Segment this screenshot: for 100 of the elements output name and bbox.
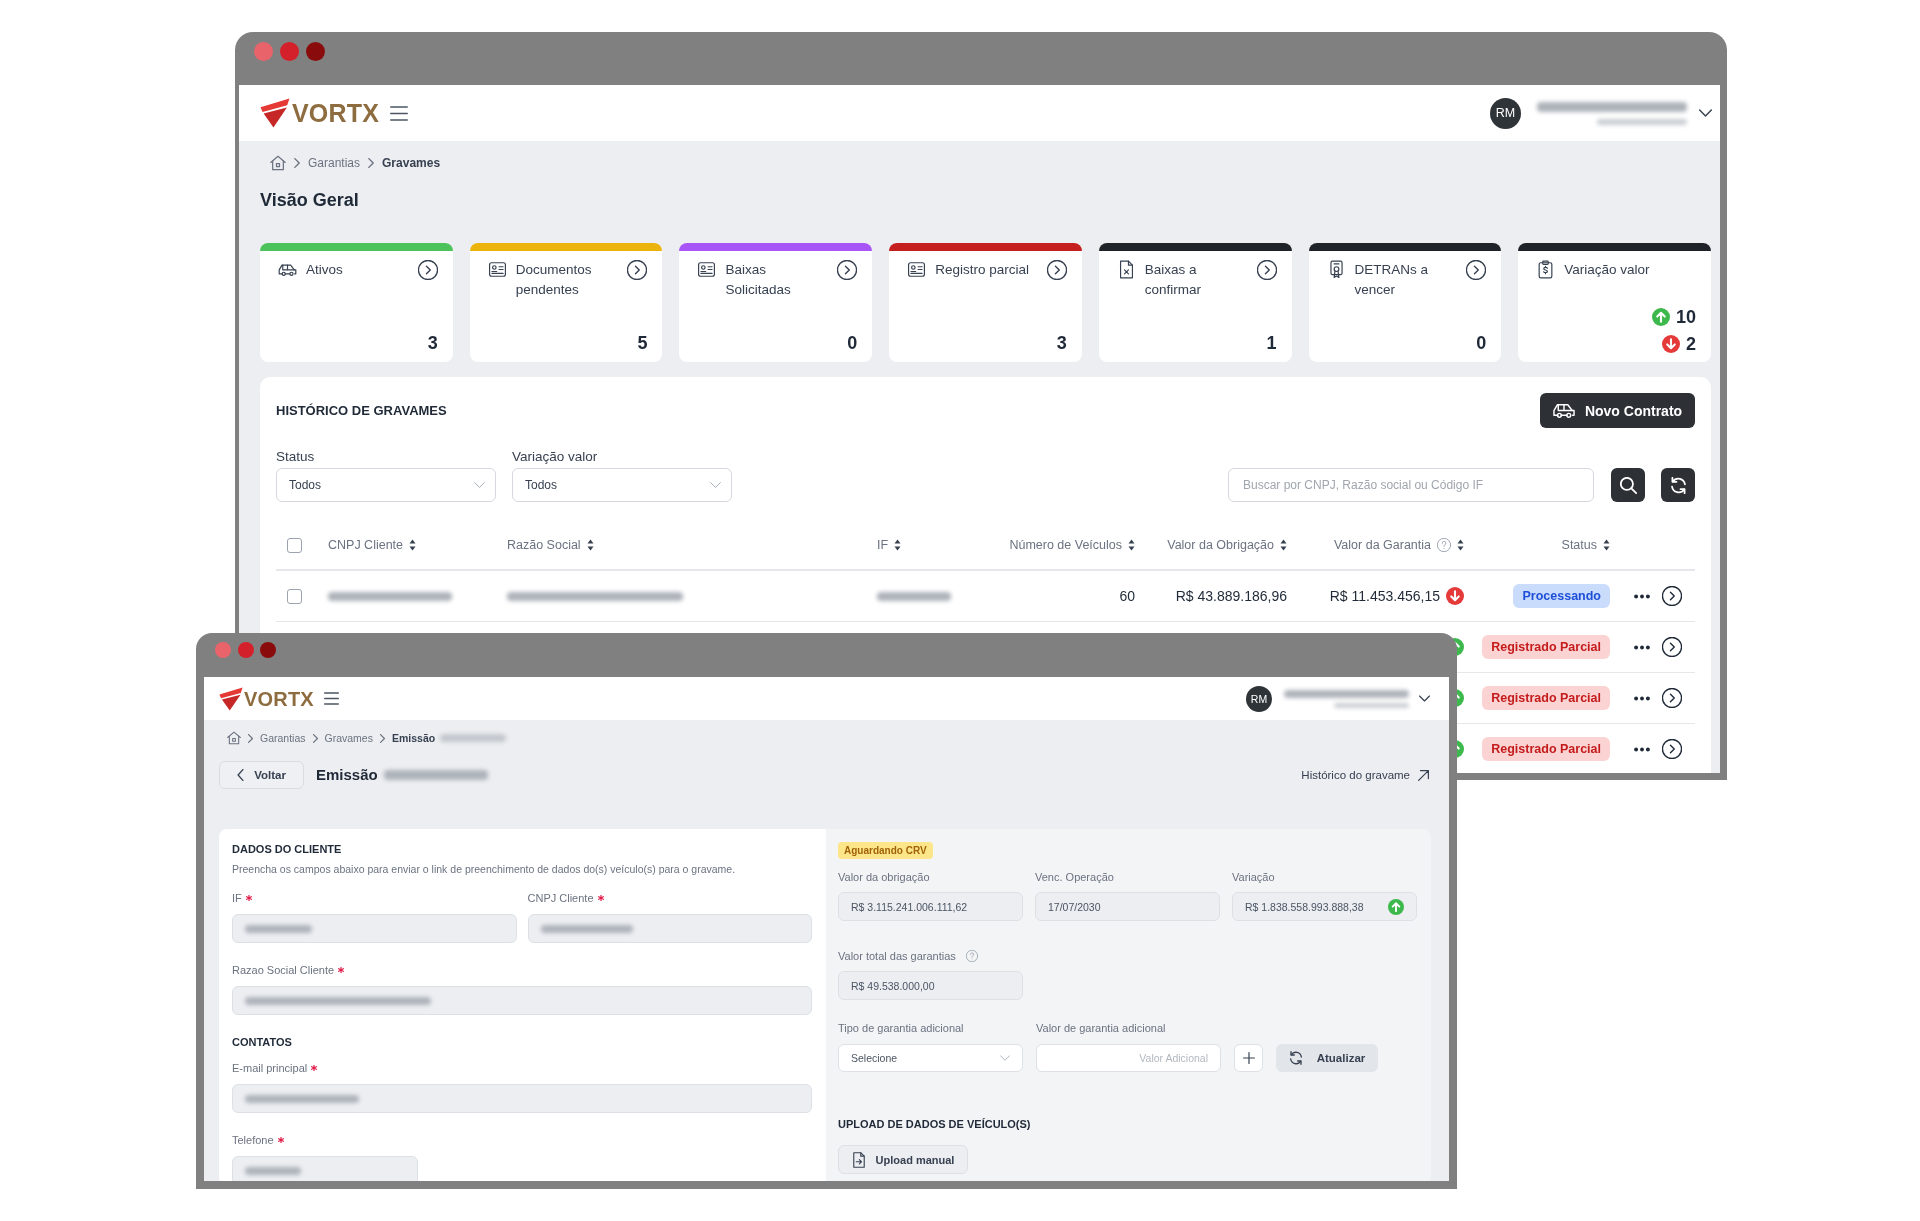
sort-icon[interactable] bbox=[409, 539, 417, 551]
status-badge: Registrado Parcial bbox=[1482, 686, 1610, 710]
filter-dropdown[interactable]: Todos bbox=[512, 468, 732, 502]
new-contract-button[interactable]: Novo Contrato bbox=[1540, 393, 1695, 428]
more-icon[interactable] bbox=[1634, 695, 1650, 701]
column-header[interactable]: CNPJ Cliente bbox=[328, 538, 404, 552]
logo-mark-icon bbox=[219, 686, 243, 711]
plus-icon bbox=[1242, 1052, 1255, 1064]
section-title: CONTATOS bbox=[232, 1035, 292, 1049]
field-label: Razao Social Cliente bbox=[232, 963, 335, 977]
filter-dropdown[interactable]: Todos bbox=[276, 468, 496, 502]
sort-icon[interactable] bbox=[1603, 539, 1610, 551]
card-count: 0 bbox=[847, 332, 858, 354]
window-dot-icon bbox=[215, 642, 231, 658]
chevron-down-icon[interactable] bbox=[1419, 695, 1430, 702]
column-header[interactable]: Valor da Garantia bbox=[1333, 538, 1431, 552]
logo-mark-icon bbox=[260, 98, 290, 128]
window-dot-icon bbox=[237, 642, 254, 658]
menu-icon[interactable] bbox=[323, 692, 339, 705]
breadcrumb-link[interactable]: Emissão bbox=[391, 732, 436, 744]
input-field[interactable] bbox=[232, 1084, 812, 1113]
input-field[interactable]: 17/07/2030 bbox=[1035, 892, 1220, 921]
more-icon[interactable] bbox=[1634, 644, 1650, 650]
checkbox[interactable] bbox=[287, 537, 302, 553]
status-badge: Registrado Parcial bbox=[1482, 737, 1610, 761]
field-label: IF bbox=[232, 891, 242, 905]
table-cell: 60 bbox=[1119, 588, 1135, 604]
user-avatar[interactable]: RM bbox=[1246, 685, 1272, 712]
chevron-right-icon bbox=[368, 158, 375, 168]
table-cell: R$ 11.453.456,15 bbox=[1329, 588, 1440, 604]
add-button[interactable] bbox=[1234, 1044, 1263, 1072]
input-field[interactable]: Valor Adicional bbox=[1036, 1044, 1221, 1072]
column-header[interactable]: Valor da Obrigação bbox=[1167, 538, 1274, 552]
search-field[interactable]: Buscar por CNPJ, Razão social ou Código IF bbox=[1228, 468, 1594, 502]
guarantee-type-dropdown[interactable]: Selecione bbox=[838, 1044, 1023, 1072]
chevron-down-icon[interactable] bbox=[1699, 109, 1712, 117]
input-field[interactable] bbox=[232, 1156, 418, 1181]
breadcrumb-link[interactable]: Gravames bbox=[382, 155, 441, 171]
page-title: Emissão bbox=[316, 766, 378, 784]
breadcrumb-link[interactable]: Garantias bbox=[308, 155, 361, 171]
checkbox[interactable] bbox=[287, 588, 302, 604]
upload-button[interactable]: Upload manual bbox=[838, 1145, 968, 1174]
card-count: 1 bbox=[1266, 332, 1277, 354]
chevron-right-icon bbox=[294, 158, 300, 168]
table-cell: R$ 43.889.186,96 bbox=[1175, 588, 1287, 604]
search-button[interactable] bbox=[1611, 468, 1645, 502]
input-field[interactable]: R$ 1.838.558.993.888,38 bbox=[1232, 892, 1417, 921]
chevron-right-icon bbox=[379, 733, 385, 743]
chevron-right-icon bbox=[312, 733, 318, 743]
status-badge: Processando bbox=[1513, 584, 1610, 608]
history-link[interactable]: Histórico do gravame bbox=[1301, 769, 1429, 781]
user-avatar[interactable]: RM bbox=[1490, 97, 1521, 129]
sort-icon[interactable] bbox=[1128, 539, 1135, 551]
sort-icon[interactable] bbox=[894, 539, 902, 551]
input-field[interactable] bbox=[527, 914, 812, 943]
sort-icon[interactable] bbox=[1280, 539, 1287, 551]
id-card-icon bbox=[907, 260, 927, 279]
filter-label: Status bbox=[276, 449, 315, 465]
breadcrumb-link[interactable]: Garantias bbox=[260, 732, 306, 744]
update-button[interactable]: Atualizar bbox=[1276, 1044, 1378, 1072]
column-header[interactable]: Número de Veículos bbox=[1009, 538, 1122, 552]
refresh-icon bbox=[1288, 1051, 1303, 1065]
card-title: Documentos pendentes bbox=[515, 261, 593, 299]
input-field[interactable] bbox=[232, 986, 812, 1015]
field-label: Venc. Operação bbox=[1035, 870, 1114, 884]
section-title: UPLOAD DE DADOS DE VEÍCULO(S) bbox=[838, 1118, 1031, 1130]
page-title: Visão Geral bbox=[260, 189, 359, 211]
field-label: CNPJ Cliente bbox=[527, 891, 594, 905]
id-card-icon bbox=[487, 260, 507, 279]
field-label: Valor de garantia adicional bbox=[1036, 1021, 1166, 1035]
input-field[interactable] bbox=[232, 914, 517, 943]
input-field[interactable]: R$ 49.538.000,00 bbox=[838, 971, 1023, 1000]
field-label: Valor da obrigação bbox=[838, 870, 930, 884]
menu-icon[interactable] bbox=[390, 105, 409, 121]
card-title: Variação valor bbox=[1564, 261, 1650, 279]
more-icon[interactable] bbox=[1634, 746, 1650, 752]
input-field[interactable]: R$ 3.115.241.006.111,62 bbox=[838, 892, 1023, 921]
breadcrumb-link[interactable]: Gravames bbox=[324, 732, 373, 744]
field-label: Variação bbox=[1232, 870, 1275, 884]
card-count: 3 bbox=[1056, 332, 1067, 354]
logo-text: VORTX bbox=[292, 100, 380, 126]
column-header[interactable]: Razão Social bbox=[507, 538, 581, 552]
back-button[interactable]: Voltar bbox=[219, 761, 304, 789]
more-icon[interactable] bbox=[1634, 593, 1650, 599]
sort-icon[interactable] bbox=[1457, 539, 1464, 551]
sort-icon[interactable] bbox=[586, 539, 594, 551]
card-count: 0 bbox=[1476, 332, 1487, 354]
column-header[interactable]: IF bbox=[877, 538, 889, 552]
column-header[interactable]: Status bbox=[1561, 538, 1597, 552]
card-title: Baixas Solicitadas bbox=[725, 261, 792, 299]
refresh-button[interactable] bbox=[1661, 468, 1695, 502]
arrow-up-icon bbox=[1651, 308, 1670, 326]
card-title: Baixas a confirmar bbox=[1144, 261, 1203, 299]
search-icon bbox=[1619, 476, 1637, 494]
chevron-left-icon bbox=[237, 769, 245, 781]
window-dot-icon bbox=[260, 642, 276, 658]
home-icon[interactable] bbox=[270, 155, 286, 171]
home-icon[interactable] bbox=[227, 731, 241, 745]
section-title: HISTÓRICO DE GRAVAMES bbox=[276, 402, 447, 419]
card-count: 5 bbox=[637, 332, 648, 354]
